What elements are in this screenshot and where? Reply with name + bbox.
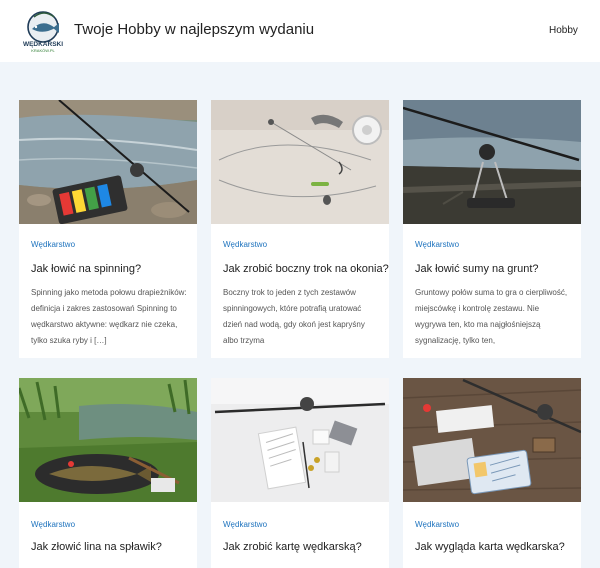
post-thumbnail-river-spinning[interactable] <box>19 100 197 224</box>
post-title[interactable]: Jak wygląda karta wędkarska? <box>415 541 565 553</box>
fishing-license-image <box>403 378 581 502</box>
post-title[interactable]: Jak zrobić boczny trok na okonia? <box>223 263 389 275</box>
post-title[interactable]: Jak złowić lina na spławik? <box>31 541 162 553</box>
post-title[interactable]: Jak łowić sumy na grunt? <box>415 263 539 275</box>
post-thumbnail-tench[interactable] <box>19 378 197 502</box>
post-category[interactable]: Wędkarstwo <box>223 520 267 529</box>
post-title[interactable]: Jak zrobić kartę wędkarską? <box>223 541 362 553</box>
post-thumbnail-fishing-card[interactable] <box>211 378 389 502</box>
river-spinning-image <box>19 100 197 224</box>
post-category[interactable]: Wędkarstwo <box>223 240 267 249</box>
post-thumbnail-catfish[interactable] <box>403 100 581 224</box>
post-card: Wędkarstwo Jak złowić lina na spławik? <box>19 378 197 568</box>
post-card: Wędkarstwo Jak zrobić kartę wędkarską? <box>211 378 389 568</box>
post-category[interactable]: Wędkarstwo <box>415 520 459 529</box>
post-category[interactable]: Wędkarstwo <box>31 520 75 529</box>
catfish-rod-image <box>403 100 581 224</box>
post-excerpt: Boczny trok to jeden z tych zestawów spi… <box>223 288 365 345</box>
post-category[interactable]: Wędkarstwo <box>31 240 75 249</box>
post-excerpt: Gruntowy połów suma to gra o cierpliwość… <box>415 288 568 345</box>
post-thumbnail-drop-shot[interactable] <box>211 100 389 224</box>
post-title[interactable]: Jak łowić na spinning? <box>31 263 141 275</box>
post-card: Wędkarstwo Jak łowić sumy na grunt? Grun… <box>403 100 581 358</box>
post-card: Wędkarstwo Jak wygląda karta wędkarska? <box>403 378 581 568</box>
post-excerpt: Spinning jako metoda połowu drapieżników… <box>31 288 187 345</box>
post-category[interactable]: Wędkarstwo <box>415 240 459 249</box>
post-card: Wędkarstwo Jak łowić na spinning? Spinni… <box>19 100 197 358</box>
fishing-card-documents-image <box>211 378 389 502</box>
posts-grid: Wędkarstwo Jak łowić na spinning? Spinni… <box>0 0 600 568</box>
tench-net-image <box>19 378 197 502</box>
drop-shot-rig-image <box>211 100 389 224</box>
post-card: Wędkarstwo Jak zrobić boczny trok na oko… <box>211 100 389 358</box>
post-thumbnail-license[interactable] <box>403 378 581 502</box>
